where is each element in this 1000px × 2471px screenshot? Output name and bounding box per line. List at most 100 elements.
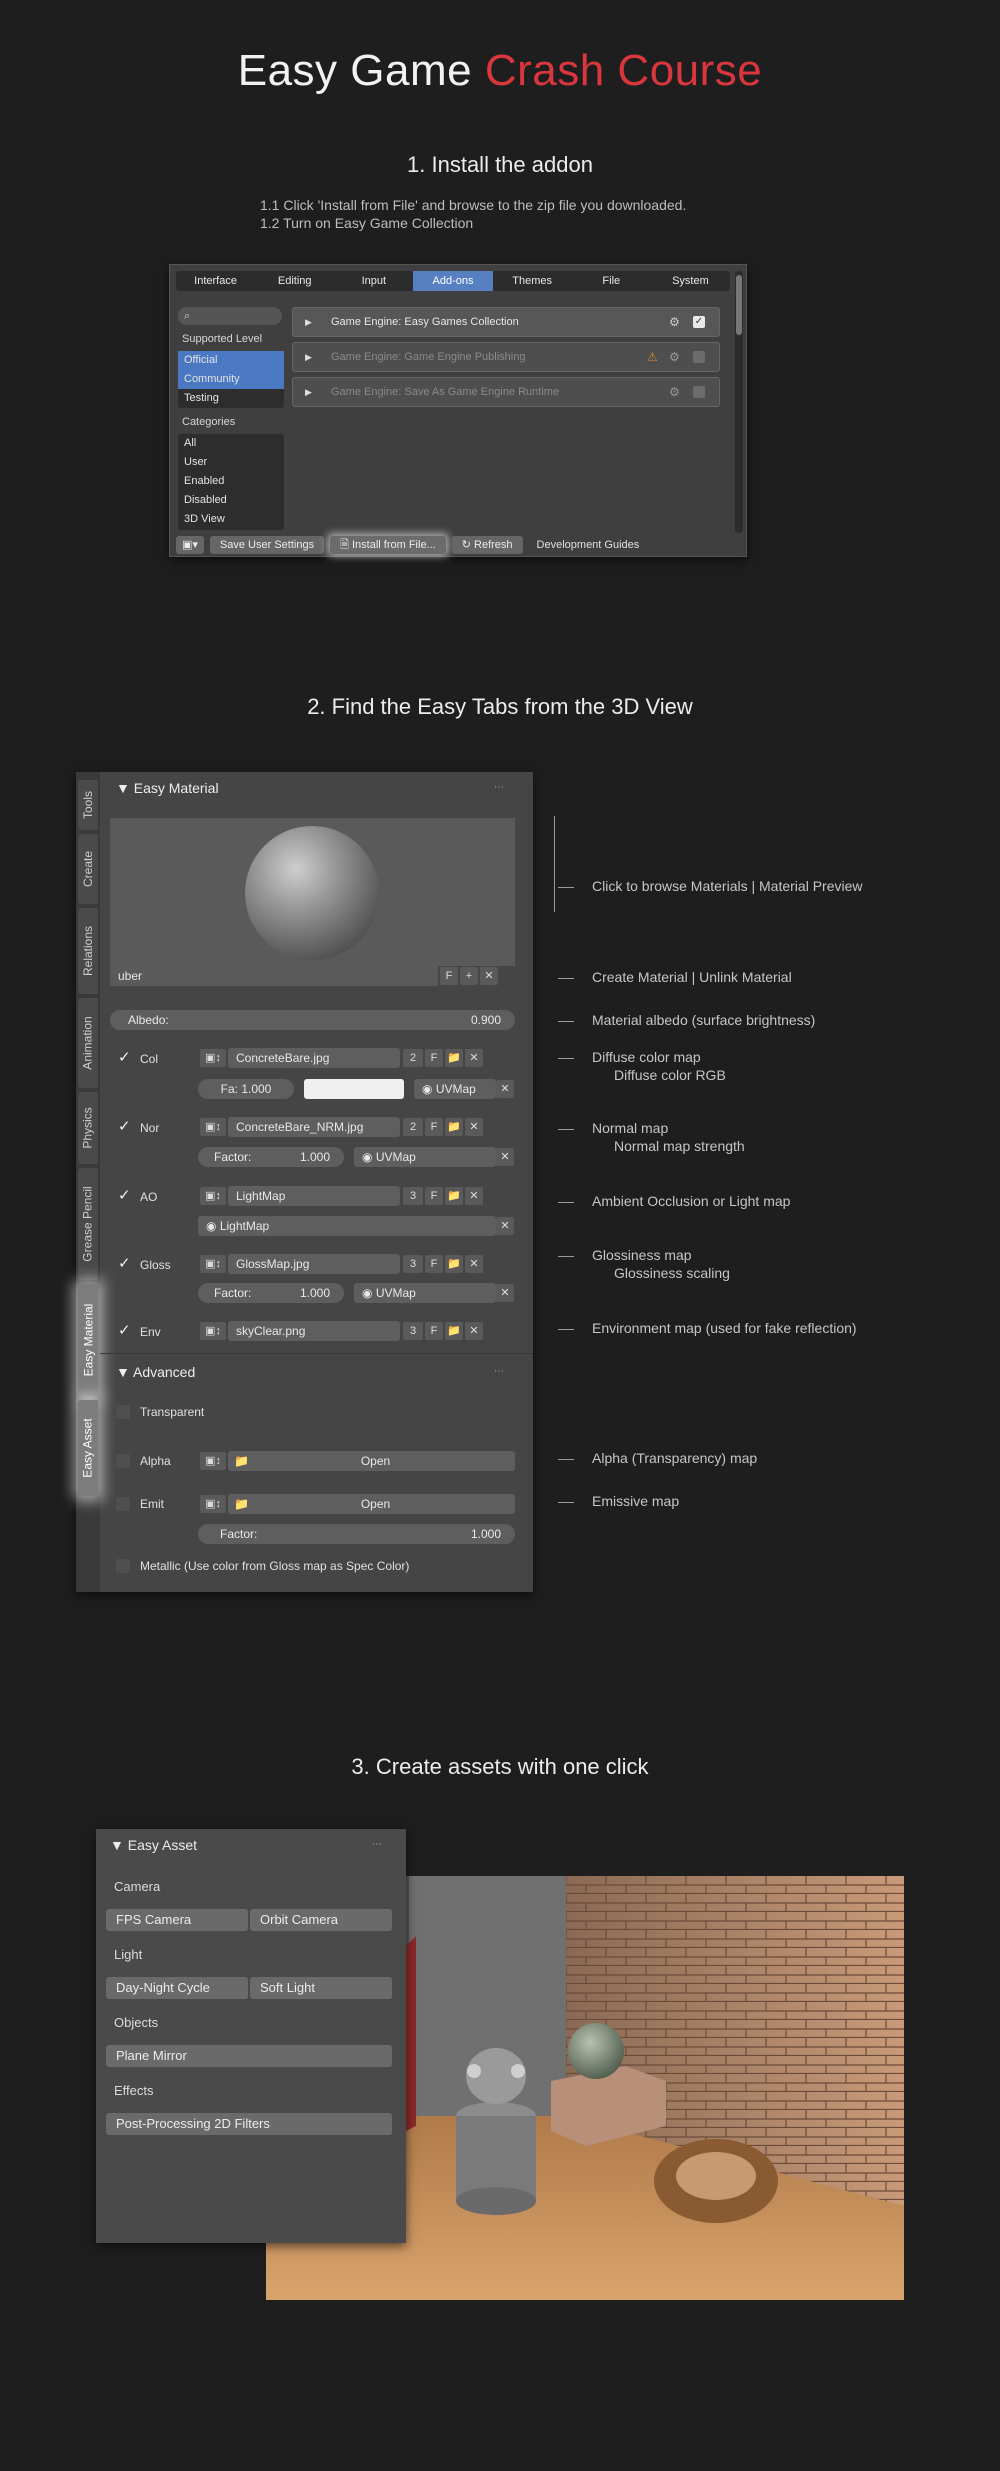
nor-checkbox[interactable]: ✓ (118, 1117, 131, 1135)
unlink-icon[interactable]: ✕ (496, 1284, 514, 1302)
unlink-icon[interactable]: ✕ (496, 1217, 514, 1235)
preferences-scrollbar[interactable] (735, 271, 743, 533)
unlink-material-icon[interactable]: ✕ (480, 967, 498, 985)
enable-checkbox[interactable]: ✓ (693, 316, 705, 328)
col-checkbox[interactable]: ✓ (118, 1048, 131, 1066)
open-folder-icon[interactable]: 📁 (445, 1187, 463, 1205)
unlink-icon[interactable]: ✕ (465, 1049, 483, 1067)
unlink-icon[interactable]: ✕ (465, 1187, 483, 1205)
tab-system[interactable]: System (651, 271, 730, 291)
alpha-open-button[interactable]: 📁 Open (228, 1451, 515, 1471)
vtab-relations[interactable]: Relations (78, 908, 98, 994)
post-processing-button[interactable]: Post-Processing 2D Filters (106, 2113, 392, 2135)
gloss-image-field[interactable]: GlossMap.jpg (228, 1254, 400, 1274)
image-browse-icon[interactable]: ▣↕ (200, 1049, 226, 1067)
tab-themes[interactable]: Themes (493, 271, 572, 291)
collapse-icon[interactable]: ▼ (110, 1837, 128, 1853)
category-all[interactable]: All (178, 434, 284, 453)
transparent-checkbox[interactable] (116, 1405, 130, 1419)
day-night-cycle-button[interactable]: Day-Night Cycle (106, 1977, 248, 1999)
advanced-title[interactable]: ▼ Advanced (116, 1364, 195, 1380)
image-browse-icon[interactable]: ▣↕ (200, 1495, 226, 1513)
tab-editing[interactable]: Editing (255, 271, 334, 291)
image-browse-icon[interactable]: ▣↕ (200, 1322, 226, 1340)
fake-user-button[interactable]: F (425, 1187, 443, 1205)
category-3d-view[interactable]: 3D View (178, 510, 284, 529)
image-browse-icon[interactable]: ▣↕ (200, 1118, 226, 1136)
expand-icon[interactable]: ▶ (305, 343, 312, 371)
fake-user-button[interactable]: F (425, 1322, 443, 1340)
vtab-tools[interactable]: Tools (78, 780, 98, 830)
expand-icon[interactable]: ▶ (305, 378, 312, 406)
ao-checkbox[interactable]: ✓ (118, 1186, 131, 1204)
alpha-checkbox[interactable] (116, 1454, 130, 1468)
category-user[interactable]: User (178, 453, 284, 472)
enable-checkbox[interactable] (693, 351, 705, 363)
gloss-factor-slider[interactable]: Factor: 1.000 (198, 1283, 344, 1303)
gloss-checkbox[interactable]: ✓ (118, 1254, 131, 1272)
fake-user-button[interactable]: F (425, 1118, 443, 1136)
fake-user-button[interactable]: F (440, 967, 458, 985)
nor-factor-slider[interactable]: Factor: 1.000 (198, 1147, 344, 1167)
emit-factor-slider[interactable]: Factor: 1.000 (198, 1524, 515, 1544)
editor-type-icon[interactable]: ▣▾ (176, 536, 204, 554)
unlink-icon[interactable]: ✕ (465, 1118, 483, 1136)
tab-file[interactable]: File (572, 271, 651, 291)
albedo-slider[interactable]: Albedo: 0.900 (110, 1010, 515, 1030)
open-folder-icon[interactable]: 📁 (445, 1049, 463, 1067)
fa-slider[interactable]: Fa: 1.000 (198, 1079, 294, 1099)
soft-light-button[interactable]: Soft Light (250, 1977, 392, 1999)
unlink-icon[interactable]: ✕ (496, 1080, 514, 1098)
vtab-easy-asset[interactable]: Easy Asset (78, 1400, 98, 1496)
tab-addons[interactable]: Add-ons (413, 271, 493, 291)
vtab-physics[interactable]: Physics (78, 1092, 98, 1164)
development-guides-link[interactable]: Development Guides (529, 536, 640, 554)
drag-handle-icon[interactable]: ⋯ (372, 1839, 383, 1850)
fake-user-button[interactable]: F (425, 1255, 443, 1273)
ao-image-field[interactable]: LightMap (228, 1186, 400, 1206)
open-folder-icon[interactable]: 📁 (445, 1118, 463, 1136)
drag-handle-icon[interactable]: ⋯ (494, 782, 505, 793)
open-folder-icon[interactable]: 📁 (445, 1322, 463, 1340)
material-name-field[interactable]: uber (110, 966, 438, 986)
category-enabled[interactable]: Enabled (178, 472, 284, 491)
easy-material-title[interactable]: ▼ Easy Material (116, 780, 219, 796)
image-browse-icon[interactable]: ▣↕ (200, 1452, 226, 1470)
tab-interface[interactable]: Interface (176, 271, 255, 291)
vtab-grease-pencil[interactable]: Grease Pencil (78, 1168, 98, 1280)
vtab-animation[interactable]: Animation (78, 998, 98, 1088)
addon-search-input[interactable]: ⌕ (178, 307, 282, 325)
open-folder-icon[interactable]: 📁 (445, 1255, 463, 1273)
vtab-easy-material[interactable]: Easy Material (78, 1284, 98, 1396)
col-image-field[interactable]: ConcreteBare.jpg (228, 1048, 400, 1068)
emit-open-button[interactable]: 📁 Open (228, 1494, 515, 1514)
install-from-file-button[interactable]: 🗎 Install from File... (330, 536, 446, 554)
env-image-field[interactable]: skyClear.png (228, 1321, 400, 1341)
diffuse-color-swatch[interactable] (304, 1079, 404, 1099)
level-official[interactable]: Official (178, 351, 284, 370)
addon-game-engine-publishing[interactable]: ▶ Game Engine: Game Engine Publishing ⚠ … (292, 342, 720, 372)
unlink-icon[interactable]: ✕ (465, 1255, 483, 1273)
drag-handle-icon[interactable]: ⋯ (494, 1366, 505, 1377)
orbit-camera-button[interactable]: Orbit Camera (250, 1909, 392, 1931)
level-community[interactable]: Community (178, 370, 284, 389)
col-uvmap-field[interactable]: ◉ UVMap (414, 1079, 496, 1099)
easy-asset-title[interactable]: ▼ Easy Asset (110, 1837, 197, 1853)
unlink-icon[interactable]: ✕ (465, 1322, 483, 1340)
image-browse-icon[interactable]: ▣↕ (200, 1255, 226, 1273)
collapse-icon[interactable]: ▼ (116, 1364, 133, 1380)
addon-easy-games-collection[interactable]: ▶ Game Engine: Easy Games Collection ⚙ ✓ (292, 307, 720, 337)
env-checkbox[interactable]: ✓ (118, 1321, 131, 1339)
add-material-icon[interactable]: + (460, 967, 478, 985)
collapse-icon[interactable]: ▼ (116, 780, 134, 796)
metallic-checkbox[interactable] (116, 1559, 130, 1573)
enable-checkbox[interactable] (693, 386, 705, 398)
ao-uvmap-field[interactable]: ◉ LightMap (198, 1216, 496, 1236)
tab-input[interactable]: Input (334, 271, 413, 291)
expand-icon[interactable]: ▶ (305, 308, 312, 336)
level-testing[interactable]: Testing (178, 389, 284, 408)
emit-checkbox[interactable] (116, 1497, 130, 1511)
vtab-create[interactable]: Create (78, 834, 98, 904)
fake-user-button[interactable]: F (425, 1049, 443, 1067)
addon-save-as-runtime[interactable]: ▶ Game Engine: Save As Game Engine Runti… (292, 377, 720, 407)
